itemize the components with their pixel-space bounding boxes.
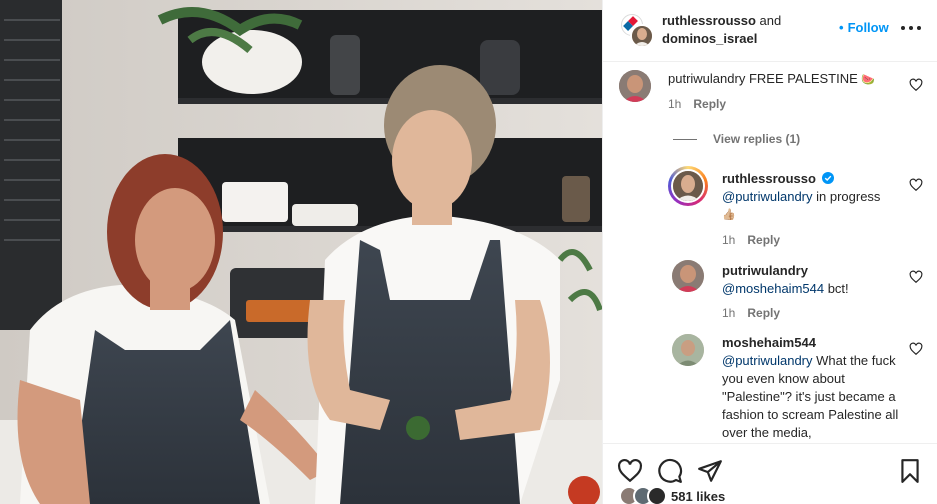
share-icon[interactable]	[697, 458, 723, 484]
reply-button[interactable]: Reply	[747, 233, 780, 247]
thumbs-up-emoji: 👍🏼	[722, 209, 736, 221]
comment-icon[interactable]	[657, 458, 683, 484]
author-story-avatar[interactable]	[668, 166, 708, 206]
heart-icon[interactable]	[909, 78, 923, 92]
comment-text: ruthlessrousso @putriwulandry in progres…	[722, 170, 902, 224]
comment-body: in progress	[812, 189, 881, 204]
comment-meta: 1h Reply	[722, 233, 780, 247]
liker-avatar	[647, 486, 667, 504]
heart-icon[interactable]	[909, 342, 923, 356]
comment-mention[interactable]: @moshehaim544	[722, 281, 824, 296]
watermelon-emoji: 🍉	[861, 74, 876, 86]
heart-icon[interactable]	[909, 178, 923, 192]
comment-meta: 1h Reply	[722, 306, 780, 320]
post-side-panel: ruthlessrousso and dominos_israel • Follo…	[602, 0, 937, 504]
collab-avatars[interactable]	[621, 14, 655, 48]
reply-button[interactable]: Reply	[747, 306, 780, 320]
comment-time[interactable]: 1h	[722, 306, 735, 320]
kitchen-photo-illustration	[0, 0, 602, 504]
comment-body: bct!	[824, 281, 849, 296]
comment-text: moshehaim544 @putriwulandry What the fuc…	[722, 334, 902, 442]
comment-time[interactable]: 1h	[668, 97, 681, 111]
authors-joiner: and	[759, 13, 782, 28]
comment-username[interactable]: moshehaim544	[722, 334, 902, 352]
post-header: ruthlessrousso and dominos_israel • Follo…	[603, 0, 937, 62]
more-options-icon[interactable]	[899, 18, 923, 38]
follow-button[interactable]: • Follow	[839, 20, 889, 35]
comment-body: FREE PALESTINE	[748, 71, 858, 86]
view-replies-label: View replies (1)	[713, 132, 801, 146]
comment-meta: 1h Reply	[668, 97, 726, 111]
verified-badge-icon	[821, 172, 834, 184]
post-authors: ruthlessrousso and dominos_israel	[662, 12, 781, 48]
comment-username[interactable]: putriwulandry	[722, 262, 902, 280]
author-username-1[interactable]: ruthlessrousso	[662, 13, 756, 28]
heart-icon[interactable]	[617, 458, 643, 484]
author-username-2[interactable]: dominos_israel	[662, 30, 781, 48]
comment-username[interactable]: putriwulandry	[668, 71, 745, 86]
view-replies-line	[673, 139, 697, 141]
commenter-avatar[interactable]	[672, 334, 704, 366]
commenter-avatar[interactable]	[619, 70, 651, 102]
likes-count[interactable]: 581 likes	[671, 489, 725, 504]
reply-button[interactable]: Reply	[693, 97, 726, 111]
comment-time[interactable]: 1h	[722, 233, 735, 247]
follow-separator: •	[839, 20, 844, 35]
heart-icon[interactable]	[909, 270, 923, 284]
view-replies-button[interactable]: View replies (1)	[673, 132, 800, 146]
comment-mention[interactable]: @putriwulandry	[722, 353, 813, 368]
post-photo	[0, 0, 602, 504]
ruthlessrousso-avatar	[630, 24, 654, 48]
bookmark-icon[interactable]	[897, 458, 923, 484]
comments-list[interactable]: putriwulandry FREE PALESTINE 🍉 1h Reply V…	[603, 62, 937, 443]
follow-label: Follow	[847, 20, 889, 35]
comment-text: putriwulandry FREE PALESTINE 🍉	[668, 70, 898, 89]
commenter-avatar[interactable]	[672, 260, 704, 292]
comment-text: putriwulandry @moshehaim544 bct!	[722, 262, 902, 298]
comment-mention[interactable]: @putriwulandry	[722, 189, 813, 204]
comment-username[interactable]: ruthlessrousso	[722, 171, 816, 186]
